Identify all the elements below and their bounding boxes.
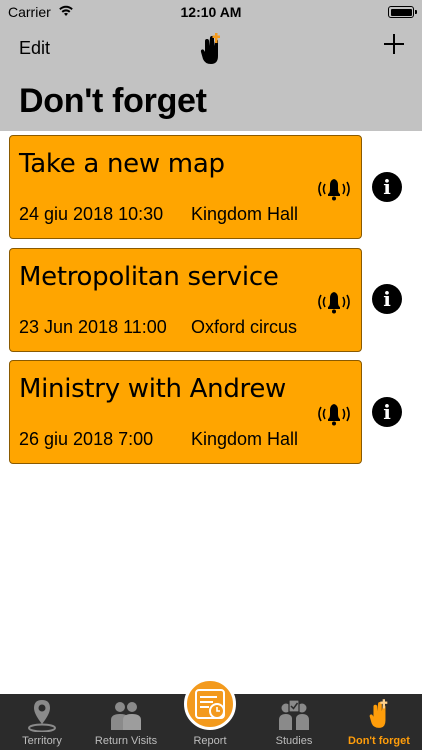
tab-report[interactable]: Report — [168, 678, 252, 750]
tab-label: Territory — [22, 735, 62, 747]
reminder-date: 23 Jun 2018 11:00 — [19, 317, 167, 337]
reminder-place: Kingdom Hall — [191, 204, 299, 224]
reminder-date: 26 giu 2018 7:00 — [19, 429, 154, 449]
tab-dont-forget[interactable]: Don't forget — [336, 694, 422, 750]
map-pin-icon — [28, 700, 56, 732]
alarm-bell-icon — [318, 292, 350, 314]
alarm-bell-icon — [318, 179, 350, 201]
navigation-bar: Edit Don't forget — [0, 26, 422, 131]
reminder-place: Kingdom Hall — [191, 429, 299, 449]
page-title: Don't forget — [19, 82, 207, 120]
report-clock-icon — [184, 678, 236, 730]
finger-ribbon-icon — [369, 699, 388, 728]
reminder-card[interactable]: Metropolitan service 23 Jun 2018 11:00 O… — [9, 248, 362, 352]
edit-button[interactable]: Edit — [19, 38, 50, 59]
tab-return-visits[interactable]: Return Visits — [84, 694, 168, 750]
info-button[interactable]: i — [372, 284, 402, 314]
alarm-bell-icon — [318, 404, 350, 426]
reminder-title: Ministry with Andrew — [19, 374, 287, 404]
info-button[interactable]: i — [372, 172, 402, 202]
reminder-card[interactable]: Take a new map 24 giu 2018 10:30 Kingdom… — [9, 135, 362, 239]
clock: 12:10 AM — [180, 4, 242, 20]
reminder-title: Metropolitan service — [19, 262, 279, 292]
tab-studies[interactable]: Studies — [252, 694, 336, 750]
battery-icon — [388, 6, 417, 18]
status-bar: Carrier 12:10 AM — [0, 0, 422, 26]
tab-label: Report — [193, 735, 227, 747]
reminder-date: 24 giu 2018 10:30 — [19, 204, 164, 224]
plus-icon[interactable] — [382, 32, 406, 56]
tab-territory[interactable]: Territory — [0, 694, 84, 750]
reminder-title: Take a new map — [19, 149, 225, 179]
info-button[interactable]: i — [372, 397, 402, 427]
tab-label: Studies — [275, 735, 313, 747]
tab-label: Don't forget — [348, 735, 410, 747]
tab-label: Return Visits — [94, 735, 158, 747]
reminder-card[interactable]: Ministry with Andrew 26 giu 2018 7:00 Ki… — [9, 360, 362, 464]
people-icon — [111, 702, 141, 730]
finger-ribbon-icon — [200, 33, 220, 64]
tab-bar: Territory Return Visits Report Studies D… — [0, 678, 422, 750]
studies-icon — [279, 699, 309, 730]
reminder-place: Oxford circus — [191, 317, 298, 337]
